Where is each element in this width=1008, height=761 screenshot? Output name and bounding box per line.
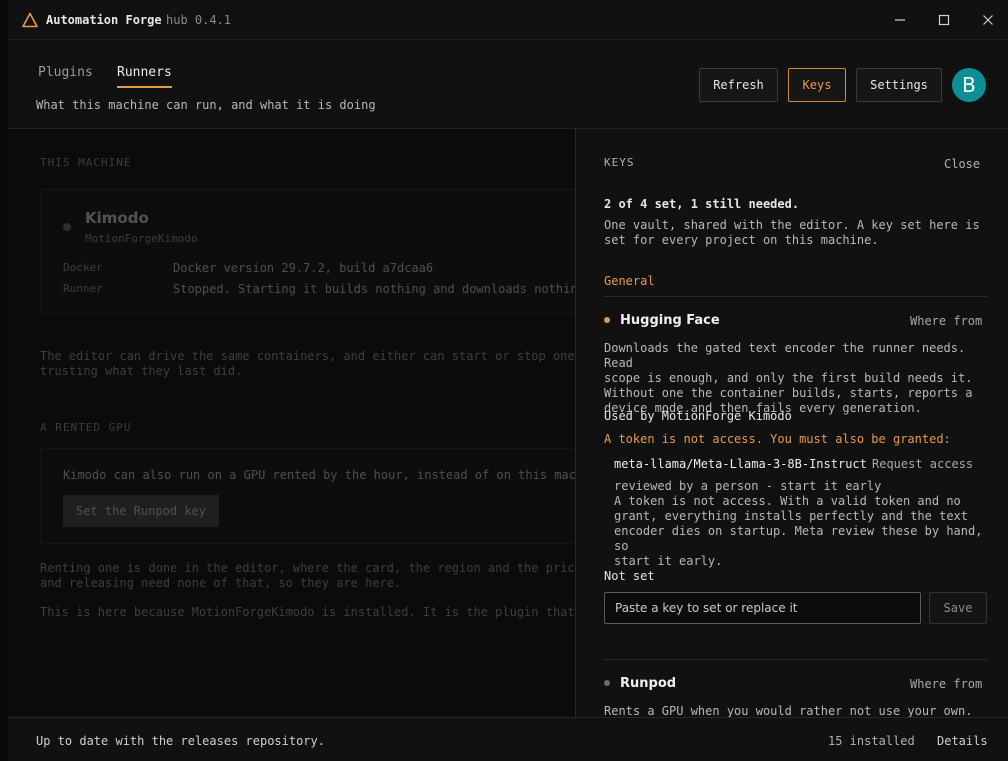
runners-content: THIS MACHINE Kimodo MotionForgeKimodo Do…: [8, 129, 575, 717]
status-bar: Up to date with the releases repository.…: [8, 717, 1008, 761]
keys-button[interactable]: Keys: [788, 68, 846, 102]
minimize-button[interactable]: [890, 10, 910, 30]
section-label-this-machine: THIS MACHINE: [40, 156, 132, 169]
minimize-icon: [895, 19, 905, 21]
update-status: Up to date with the releases repository.: [36, 734, 325, 748]
app-version: hub 0.4.1: [166, 13, 232, 27]
title-bar: Automation Forge hub 0.4.1: [8, 0, 1008, 40]
description-line: Without one the container builds, starts…: [604, 386, 973, 400]
plugin-note: This is here because MotionForgeKimodo i…: [40, 605, 575, 619]
description-line: scope is enough, and only the first buil…: [604, 371, 973, 385]
runner-plugin: MotionForgeKimodo: [85, 232, 198, 245]
key-status: Not set: [604, 569, 655, 583]
keys-panel-title: KEYS: [604, 156, 635, 169]
set-runpod-key-button[interactable]: Set the Runpod key: [63, 495, 219, 527]
docker-value: Docker version 29.7.2, build a7dcaa6: [173, 261, 434, 275]
request-access-link[interactable]: Request access: [872, 457, 973, 471]
vault-note-line: set for every project on this machine.: [604, 233, 879, 247]
rented-gpu-text: Kimodo can also run on a GPU rented by t…: [63, 468, 575, 482]
warning-triangle-icon: [22, 12, 38, 28]
keys-summary: 2 of 4 set, 1 still needed.: [604, 197, 800, 211]
where-from-link[interactable]: Where from: [910, 314, 982, 328]
renting-note-line: and releasing need none of that, so they…: [40, 576, 402, 590]
runner-card: Kimodo MotionForgeKimodo Docker Docker v…: [40, 189, 575, 314]
page-header: Plugins Runners What this machine can ru…: [8, 40, 1008, 129]
renting-note-line: Renting one is done in the editor, where…: [40, 561, 575, 575]
tab-runners[interactable]: Runners: [117, 65, 172, 88]
save-key-button[interactable]: Save: [929, 592, 987, 624]
vault-note: One vault, shared with the editor. A key…: [604, 218, 994, 248]
runpod-description: Rents a GPU when you would rather not us…: [604, 704, 973, 717]
access-warning: A token is not access. You must also be …: [604, 432, 951, 446]
settings-button[interactable]: Settings: [856, 68, 942, 102]
runner-value: Stopped. Starting it builds nothing and …: [173, 282, 575, 296]
review-note-line: start it early.: [614, 554, 723, 568]
key-unset-dot: [604, 317, 610, 323]
runner-name: Kimodo: [85, 209, 149, 227]
review-note-line: encoder dies on startup. Meta review the…: [614, 524, 983, 553]
runner-status-dot: [63, 223, 71, 231]
hugging-face-key-input[interactable]: [604, 592, 921, 624]
keys-panel: KEYS Close 2 of 4 set, 1 still needed. O…: [575, 129, 1008, 717]
maximize-button[interactable]: [934, 10, 954, 30]
tab-plugins[interactable]: Plugins: [38, 65, 93, 86]
gated-model-name: meta-llama/Meta-Llama-3-8B-Instruct: [614, 457, 867, 471]
close-icon: [983, 15, 993, 25]
app-title: Automation Forge: [46, 13, 162, 27]
section-label-rented-gpu: A RENTED GPU: [40, 421, 132, 434]
renting-note: Renting one is done in the editor, where…: [40, 561, 575, 591]
editor-note: The editor can drive the same containers…: [40, 349, 575, 379]
runner-label: Runner: [63, 282, 103, 295]
review-note-line: A token is not access. With a valid toke…: [614, 494, 961, 508]
rented-gpu-card: Kimodo can also run on a GPU rented by t…: [40, 448, 575, 544]
vault-note-line: One vault, shared with the editor. A key…: [604, 218, 980, 232]
where-from-link[interactable]: Where from: [910, 677, 982, 691]
description-line: Downloads the gated text encoder the run…: [604, 341, 966, 370]
editor-note-line: trusting what they last did.: [40, 364, 243, 378]
refresh-button[interactable]: Refresh: [699, 68, 778, 102]
installed-count: 15 installed: [828, 734, 915, 748]
divider: [604, 659, 987, 660]
used-by: Used by MotionForge Kimodo: [604, 409, 792, 423]
editor-note-line: The editor can drive the same containers…: [40, 349, 575, 363]
close-panel-button[interactable]: Close: [944, 157, 980, 171]
page-subtitle: What this machine can run, and what it i…: [36, 98, 376, 112]
review-note: reviewed by a person - start it early A …: [614, 479, 994, 569]
docker-label: Docker: [63, 261, 103, 274]
close-window-button[interactable]: [978, 10, 998, 30]
review-note-line: grant, everything installs perfectly and…: [614, 509, 969, 523]
divider: [604, 296, 987, 297]
maximize-icon: [938, 14, 950, 26]
hugging-face-description: Downloads the gated text encoder the run…: [604, 341, 994, 416]
key-name-hugging-face: Hugging Face: [620, 313, 720, 328]
group-label-general: General: [604, 274, 655, 288]
key-name-runpod: Runpod: [620, 676, 677, 691]
review-note-line: reviewed by a person - start it early: [614, 479, 882, 493]
key-neutral-dot: [604, 680, 610, 686]
avatar[interactable]: B: [952, 68, 986, 102]
details-link[interactable]: Details: [937, 734, 988, 748]
